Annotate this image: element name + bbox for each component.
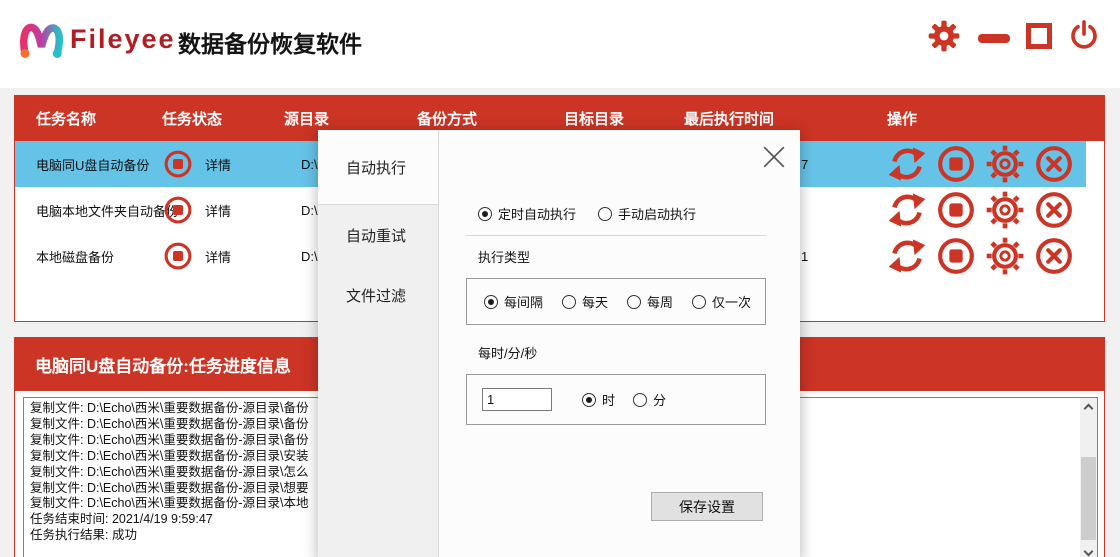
stop-icon[interactable]: [936, 236, 976, 276]
tab-auto-retry[interactable]: 自动重试: [318, 205, 438, 265]
minimize-icon[interactable]: [978, 34, 1010, 43]
fileyee-logo-icon: [20, 23, 64, 58]
radio-label: 每间隔: [504, 295, 544, 310]
last-exec-time-fragment: 7: [801, 156, 809, 172]
col-task-name: 任务名称: [36, 111, 97, 128]
task-name: 电脑本地文件夹自动备份: [36, 203, 180, 219]
close-circle-icon[interactable]: [1034, 144, 1074, 184]
gear-icon[interactable]: [985, 236, 1025, 276]
interval-groupbox: 时 分: [466, 374, 766, 425]
radio-label: 分: [653, 393, 667, 408]
radio-label: 每周: [647, 295, 674, 310]
stop-icon[interactable]: [163, 241, 193, 271]
interval-value-input[interactable]: [482, 388, 552, 411]
tab-file-filter[interactable]: 文件过滤: [318, 265, 438, 325]
detail-link[interactable]: 详情: [205, 201, 231, 220]
divider: [466, 235, 766, 236]
scrollbar-thumb[interactable]: [1081, 457, 1096, 540]
dialog-content: 定时自动执行 手动启动执行 执行类型 每间隔 每天 每周 仅一次 每时/分/秒 …: [439, 130, 800, 557]
radio-unit-hour[interactable]: 时: [582, 390, 615, 409]
stop-icon[interactable]: [163, 149, 193, 179]
exec-type-label: 执行类型: [478, 250, 531, 265]
radio-label: 时: [602, 393, 616, 408]
scroll-up-icon[interactable]: [1080, 398, 1097, 415]
gear-icon[interactable]: [985, 144, 1025, 184]
radio-icon[interactable]: [692, 294, 707, 309]
col-target-dir: 目标目录: [564, 111, 625, 128]
radio-label: 定时自动执行: [498, 207, 577, 222]
close-circle-icon[interactable]: [1034, 236, 1074, 276]
task-settings-dialog: 自动执行 自动重试 文件过滤 定时自动执行 手动启动执行 执行类型 每间隔 每天…: [318, 130, 800, 557]
execute-mode-options: 定时自动执行 手动启动执行: [478, 204, 696, 223]
dialog-tabs: 自动执行 自动重试 文件过滤: [318, 130, 439, 557]
stop-icon[interactable]: [163, 195, 193, 225]
sync-icon[interactable]: [887, 190, 927, 230]
brand-name: Fileyee: [70, 24, 176, 54]
sync-icon[interactable]: [887, 236, 927, 276]
radio-icon[interactable]: [633, 392, 648, 407]
stop-icon[interactable]: [936, 190, 976, 230]
detail-link[interactable]: 详情: [205, 155, 231, 174]
app-title: 数据备份恢复软件: [178, 31, 362, 57]
radio-manual-start[interactable]: 手动启动执行: [598, 204, 696, 223]
col-task-status: 任务状态: [162, 111, 223, 128]
tab-auto-execute[interactable]: 自动执行: [318, 130, 438, 205]
col-backup-mode: 备份方式: [417, 111, 478, 128]
col-actions: 操作: [887, 111, 918, 128]
col-last-exec-time: 最后执行时间: [684, 111, 775, 128]
radio-icon[interactable]: [484, 294, 498, 309]
sync-icon[interactable]: [887, 144, 927, 184]
radio-every-interval[interactable]: 每间隔: [484, 292, 543, 311]
close-icon[interactable]: [762, 145, 786, 169]
stop-icon[interactable]: [936, 144, 976, 184]
radio-every-week[interactable]: 每周: [627, 292, 673, 311]
log-scrollbar[interactable]: [1080, 398, 1097, 557]
gear-icon[interactable]: [928, 20, 960, 52]
radio-icon[interactable]: [598, 206, 613, 221]
save-settings-button[interactable]: 保存设置: [651, 492, 763, 521]
radio-label: 手动启动执行: [618, 207, 697, 222]
titlebar: Fileyee 数据备份恢复软件: [0, 0, 1120, 88]
detail-link[interactable]: 详情: [205, 247, 231, 266]
radio-label: 每天: [582, 295, 609, 310]
radio-icon[interactable]: [478, 206, 492, 221]
task-name: 电脑同U盘自动备份: [36, 157, 150, 173]
maximize-icon[interactable]: [1026, 23, 1052, 49]
radio-timed-auto-execute[interactable]: 定时自动执行: [478, 204, 576, 223]
interval-label: 每时/分/秒: [478, 346, 538, 361]
col-source-dir: 源目录: [284, 111, 330, 128]
app-window: Fileyee 数据备份恢复软件 任务名称 任务状态 源目录 备份方式 目标目录…: [0, 0, 1120, 557]
task-name: 本地磁盘备份: [36, 249, 115, 265]
scroll-down-icon[interactable]: [1080, 544, 1097, 557]
radio-only-once[interactable]: 仅一次: [692, 292, 751, 311]
radio-icon[interactable]: [562, 294, 577, 309]
exec-type-groupbox: 每间隔 每天 每周 仅一次: [466, 278, 766, 325]
power-icon[interactable]: [1068, 20, 1100, 52]
radio-unit-minute[interactable]: 分: [633, 390, 666, 409]
radio-label: 仅一次: [712, 295, 752, 310]
radio-icon[interactable]: [582, 392, 596, 407]
radio-every-day[interactable]: 每天: [562, 292, 608, 311]
close-circle-icon[interactable]: [1034, 190, 1074, 230]
last-exec-time-fragment: 1: [801, 248, 809, 264]
radio-icon[interactable]: [627, 294, 642, 309]
gear-icon[interactable]: [985, 190, 1025, 230]
